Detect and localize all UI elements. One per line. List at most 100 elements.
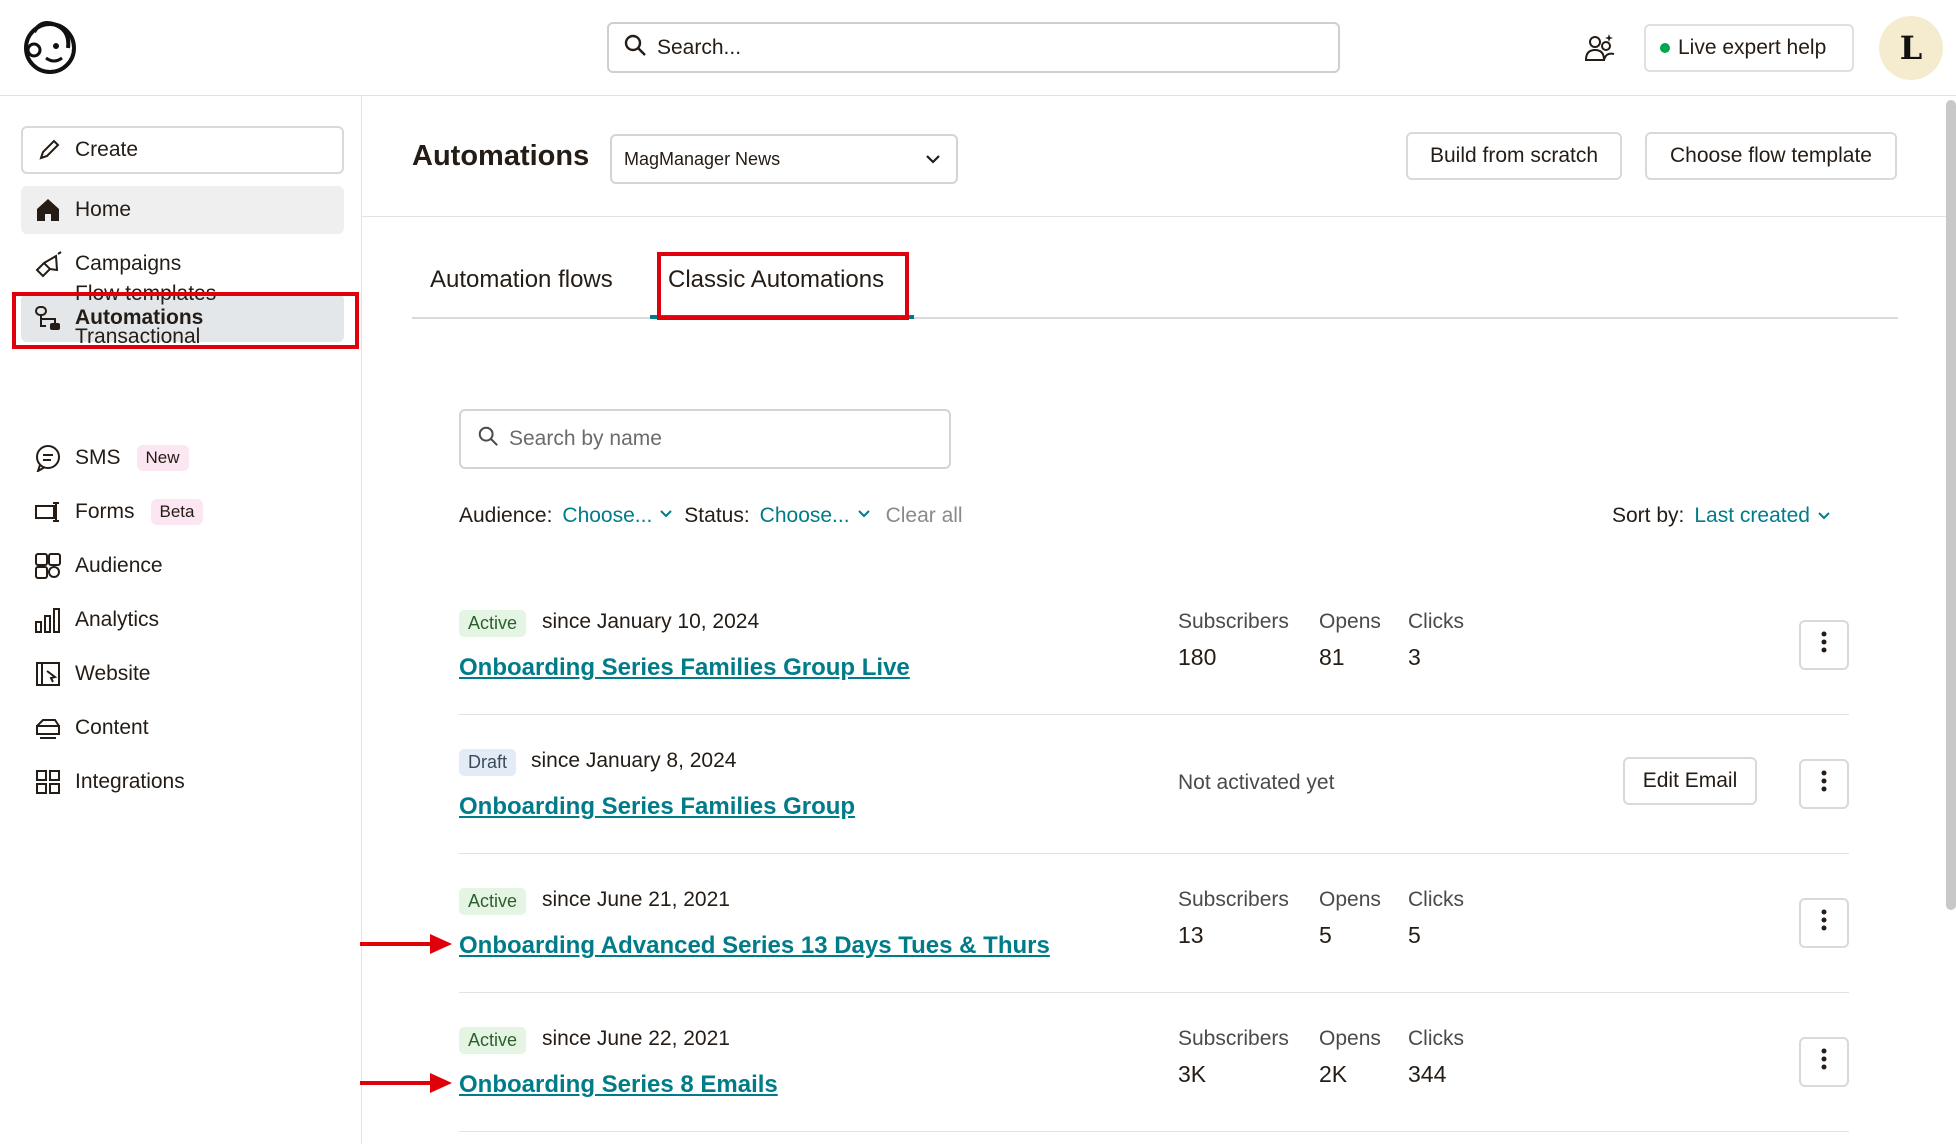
sidebar-item-label: Content <box>75 716 149 739</box>
edit-email-button[interactable]: Edit Email <box>1623 757 1757 805</box>
chevron-down-icon[interactable] <box>658 504 674 528</box>
sidebar-item-label: Campaigns <box>75 252 182 275</box>
sidebar-item-website[interactable]: Website <box>21 650 344 698</box>
kebab-icon <box>1821 770 1827 798</box>
automation-title-link[interactable]: Onboarding Series Families Group <box>459 793 855 821</box>
new-badge: New <box>136 445 189 471</box>
sidebar-item-label: SMS <box>75 446 121 469</box>
choose-flow-template-button[interactable]: Choose flow template <box>1645 132 1897 180</box>
automation-title-link[interactable]: Onboarding Series Families Group Live <box>459 654 910 682</box>
global-search-input[interactable]: Search... <box>607 22 1340 73</box>
audience-select[interactable]: MagManager News <box>610 134 958 184</box>
list-item: Active since June 22, 2021 Onboarding Se… <box>459 993 1849 1132</box>
sidebar-item-audience[interactable]: Audience <box>21 542 344 590</box>
since-date: since June 21, 2021 <box>542 888 730 911</box>
search-icon <box>623 33 647 63</box>
tab-automation-flows[interactable]: Automation flows <box>430 266 613 294</box>
chat-icon <box>33 443 63 473</box>
subscribers-header: Subscribers <box>1178 1027 1289 1050</box>
bar-chart-icon <box>33 605 63 635</box>
sort-control: Sort by: Last created <box>1612 504 1832 528</box>
sidebar-item-label: Home <box>75 198 132 221</box>
kebab-icon <box>1821 1048 1827 1076</box>
clear-all-link[interactable]: Clear all <box>886 504 963 528</box>
filter-bar: Audience: Choose... Status: Choose... Cl… <box>459 504 963 528</box>
kebab-icon <box>1821 631 1827 659</box>
user-avatar[interactable]: L <box>1879 16 1943 80</box>
subscribers-value: 13 <box>1178 922 1204 948</box>
opens-header: Opens <box>1319 610 1381 633</box>
top-bar: Search... Live expert help L <box>0 0 1956 96</box>
opens-value: 5 <box>1319 922 1332 948</box>
audience-filter-dropdown[interactable]: Choose... <box>562 504 652 528</box>
sidebar-item-campaigns[interactable]: Campaigns <box>21 240 344 288</box>
sidebar-item-analytics[interactable]: Analytics <box>21 596 344 644</box>
red-arrow-icon <box>360 1073 452 1093</box>
more-options-button[interactable] <box>1799 620 1849 670</box>
chevron-down-icon <box>924 150 942 173</box>
sidebar-item-label: Website <box>75 662 151 685</box>
live-expert-help-button[interactable]: Live expert help <box>1644 24 1854 72</box>
status-badge: Active <box>459 888 527 915</box>
live-help-label: Live expert help <box>1678 36 1827 59</box>
pencil-icon <box>37 138 61 162</box>
red-arrow-icon <box>360 934 452 954</box>
opens-header: Opens <box>1319 1027 1381 1050</box>
sidebar-item-content[interactable]: Content <box>21 704 344 752</box>
content-icon <box>33 713 63 743</box>
grid-icon <box>33 767 63 797</box>
chevron-down-icon[interactable] <box>856 504 872 528</box>
status-filter-label: Status: <box>684 504 750 527</box>
subscribers-header: Subscribers <box>1178 888 1289 911</box>
sidebar-item-forms[interactable]: Forms Beta <box>21 488 344 536</box>
page-title: Automations <box>412 140 590 172</box>
chevron-down-icon[interactable] <box>1816 508 1832 524</box>
create-button[interactable]: Create <box>21 126 344 174</box>
audience-filter-label: Audience: <box>459 504 553 527</box>
search-icon <box>477 425 499 453</box>
create-label: Create <box>75 138 139 161</box>
sidebar-item-label: Analytics <box>75 608 160 631</box>
tabs-divider <box>412 317 1898 319</box>
home-icon <box>33 195 63 225</box>
status-badge: Active <box>459 610 527 637</box>
audience-select-value: MagManager News <box>624 148 781 169</box>
not-activated-text: Not activated yet <box>1178 771 1335 794</box>
online-status-dot <box>1660 43 1670 53</box>
clicks-value: 344 <box>1408 1061 1447 1087</box>
search-by-name-placeholder: Search by name <box>509 427 662 450</box>
clicks-header: Clicks <box>1408 888 1464 911</box>
more-options-button[interactable] <box>1799 1037 1849 1087</box>
list-item: Active since June 21, 2021 Onboarding Ad… <box>459 854 1849 993</box>
scrollbar[interactable] <box>1946 100 1956 910</box>
website-icon <box>33 659 63 689</box>
status-filter-dropdown[interactable]: Choose... <box>760 504 850 528</box>
more-options-button[interactable] <box>1799 898 1849 948</box>
list-item: Draft since January 8, 2024 Onboarding S… <box>459 715 1849 854</box>
automation-title-link[interactable]: Onboarding Series 8 Emails <box>459 1071 778 1099</box>
sort-dropdown[interactable]: Last created <box>1694 504 1810 528</box>
clicks-header: Clicks <box>1408 610 1464 633</box>
sidebar: Create Home Campaigns Automations Flow t… <box>0 96 362 1144</box>
sidebar-item-sms[interactable]: SMS New <box>21 434 344 482</box>
status-badge: Draft <box>459 749 517 776</box>
opens-header: Opens <box>1319 888 1381 911</box>
people-sparkle-icon[interactable] <box>1584 32 1616 64</box>
opens-value: 2K <box>1319 1061 1348 1087</box>
automation-title-link[interactable]: Onboarding Advanced Series 13 Days Tues … <box>459 932 1050 960</box>
sidebar-item-home[interactable]: Home <box>21 186 344 234</box>
build-from-scratch-button[interactable]: Build from scratch <box>1406 132 1622 180</box>
search-by-name-input[interactable]: Search by name <box>459 409 951 469</box>
sidebar-item-label: Forms <box>75 500 135 523</box>
sidebar-item-integrations[interactable]: Integrations <box>21 758 344 806</box>
clicks-header: Clicks <box>1408 1027 1464 1050</box>
mailchimp-logo-icon[interactable] <box>20 16 82 78</box>
status-badge: Active <box>459 1027 527 1054</box>
subscribers-value: 3K <box>1178 1061 1207 1087</box>
sidebar-item-label: Integrations <box>75 770 185 793</box>
audience-icon <box>33 551 63 581</box>
list-item: Active since January 10, 2024 Onboarding… <box>459 576 1849 715</box>
subscribers-header: Subscribers <box>1178 610 1289 633</box>
kebab-icon <box>1821 909 1827 937</box>
more-options-button[interactable] <box>1799 759 1849 809</box>
